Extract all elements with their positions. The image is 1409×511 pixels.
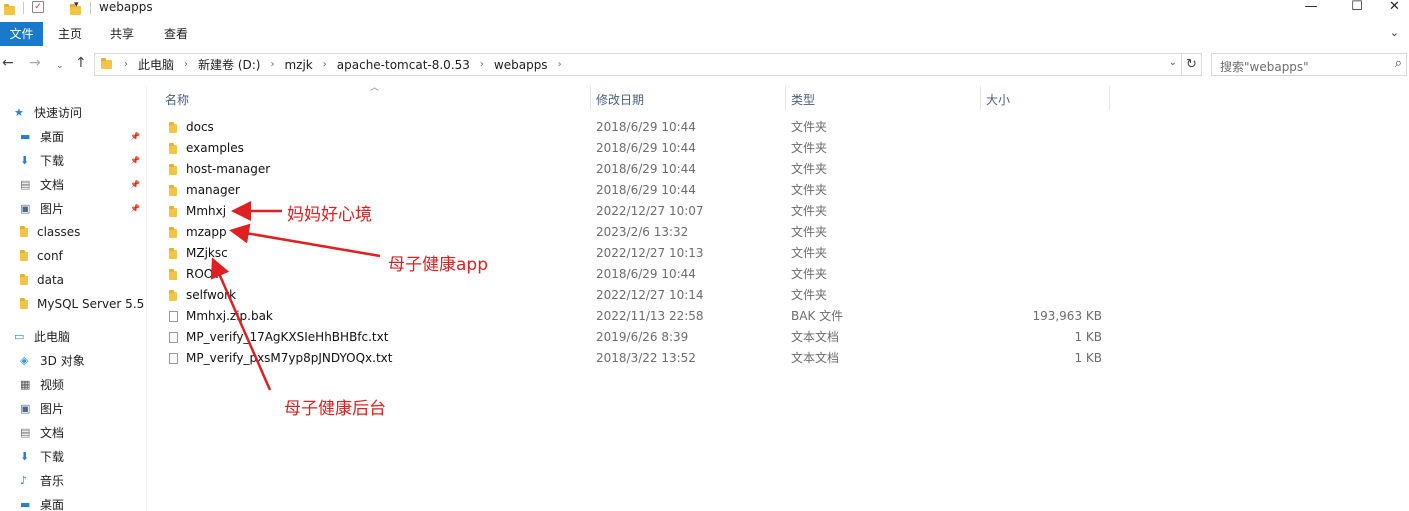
arrow-to-mzapp xyxy=(229,223,381,258)
annotation-mzjksc: 母子健康后台 xyxy=(284,399,386,419)
arrow-to-mzjksc xyxy=(210,257,272,391)
annotation-mzapp: 母子健康app xyxy=(388,255,488,275)
annotation-arrows xyxy=(210,201,381,391)
annotation-mmhxj: 妈妈好心境 xyxy=(287,205,372,225)
